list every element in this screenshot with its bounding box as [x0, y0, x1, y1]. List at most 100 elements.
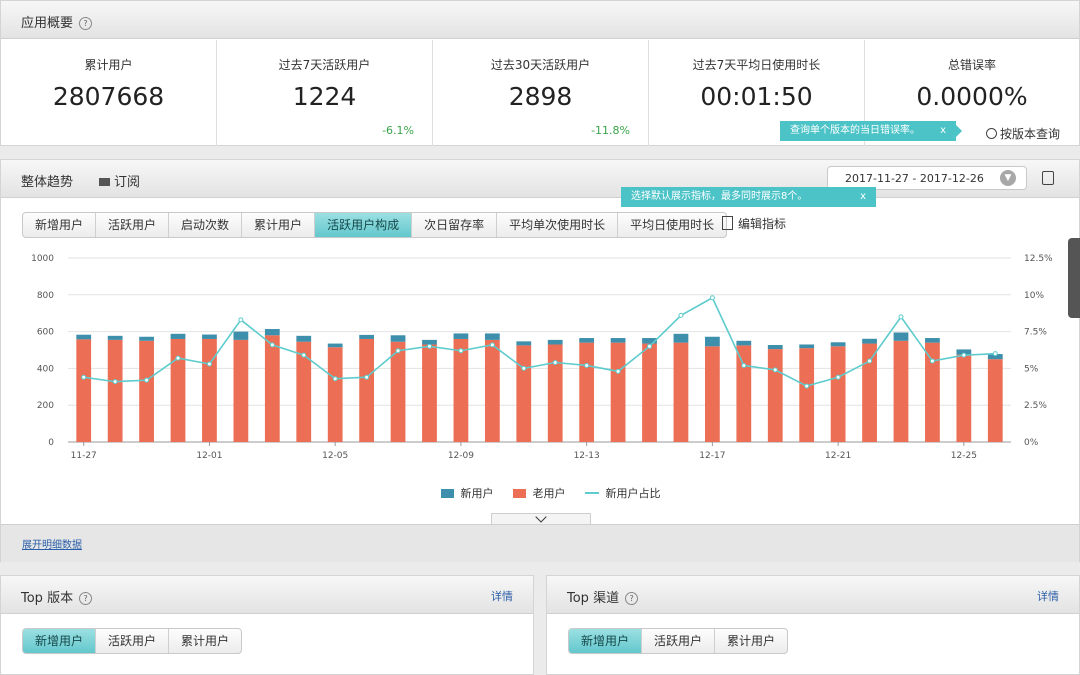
collapse-toggle[interactable] — [491, 511, 591, 524]
y-tick-label: 400 — [37, 364, 54, 374]
stat-value: 1224 — [292, 82, 357, 111]
tab-active-users[interactable]: 活跃用户 — [96, 629, 170, 653]
stat-7day-active: 过去7天活跃用户 1224 -6.1% — [217, 40, 433, 146]
subscribe-button[interactable]: 订阅 — [99, 171, 140, 190]
bar-new-users — [390, 335, 406, 342]
point-new-user-ratio — [364, 374, 370, 380]
bar-old-users — [422, 344, 437, 442]
help-icon[interactable]: ? — [79, 17, 93, 30]
stat-label: 累计用户 — [84, 58, 133, 72]
bar-old-users — [925, 342, 940, 442]
tab-total-users[interactable]: 累计用户 — [715, 629, 787, 653]
point-new-user-ratio — [709, 295, 715, 301]
version-query-link[interactable]: 按版本查询 — [986, 125, 1060, 142]
metric-tabs: 新增用户 活跃用户 启动次数 累计用户 活跃用户构成 次日留存率 平均单次使用时长 平均日使用… — [22, 212, 728, 238]
top-version-tabs: 新增用户 活跃用户 累计用户 — [22, 628, 243, 654]
tooltip-close-button[interactable]: x — [860, 187, 866, 207]
bar-old-users — [139, 340, 154, 442]
tab-metric[interactable]: 平均日使用时长 — [618, 213, 726, 237]
point-new-user-ratio — [458, 348, 464, 354]
trend-header: 整体趋势 订阅 2017-11-27 - 2017-12-26 ▼ — [1, 160, 1079, 198]
bar-old-users — [987, 359, 1003, 442]
tab-metric[interactable]: 新增用户 — [23, 213, 97, 237]
tab-metric[interactable]: 活跃用户构成 — [315, 213, 413, 237]
tab-metric[interactable]: 累计用户 — [242, 213, 316, 237]
y2-tick-label: 2.5% — [1024, 401, 1047, 411]
y-tick-label: 200 — [37, 401, 54, 411]
tooltip-close-button[interactable]: x — [940, 121, 946, 141]
point-new-user-ratio — [804, 383, 810, 389]
bar-new-users — [359, 334, 375, 339]
point-new-user-ratio — [175, 355, 181, 361]
bar-new-users — [610, 338, 626, 343]
bar-old-users — [642, 343, 657, 442]
subscribe-label: 订阅 — [114, 175, 141, 190]
bar-old-users — [453, 338, 469, 442]
tab-metric[interactable]: 活跃用户 — [96, 213, 170, 237]
bar-new-users — [170, 333, 186, 339]
x-tick-label: 12-17 — [699, 451, 725, 461]
expand-detail-link[interactable]: 展开明细数据 — [22, 536, 82, 551]
edit-metrics-button[interactable]: 编辑指标 — [722, 215, 786, 232]
mail-icon — [99, 178, 110, 186]
tab-metric[interactable]: 启动次数 — [169, 213, 243, 237]
bar-old-users — [579, 342, 595, 442]
point-new-user-ratio — [898, 314, 904, 320]
bar-old-users — [830, 346, 846, 442]
point-new-user-ratio — [144, 377, 150, 383]
bar-new-users — [767, 345, 783, 350]
tab-new-users[interactable]: 新增用户 — [569, 629, 643, 653]
point-new-user-ratio — [992, 351, 998, 357]
point-new-user-ratio — [678, 312, 684, 318]
bar-old-users — [862, 343, 877, 442]
clock-icon — [986, 128, 997, 139]
bar-old-users — [390, 341, 406, 442]
bar-old-users — [327, 347, 343, 442]
top-channel-detail-link[interactable]: 详情 — [1037, 588, 1059, 604]
stat-label: 过去7天平均日使用时长 — [692, 58, 821, 72]
bar-old-users — [956, 354, 972, 442]
point-new-user-ratio — [426, 343, 432, 349]
document-icon — [722, 216, 733, 230]
y2-tick-label: 7.5% — [1024, 328, 1047, 338]
export-icon[interactable] — [1042, 171, 1054, 185]
x-tick-label: 11-27 — [71, 451, 97, 461]
bar-old-users — [704, 346, 720, 442]
top-version-detail-link[interactable]: 详情 — [491, 588, 513, 604]
bar-new-users — [453, 333, 469, 339]
detail-bar: 展开明细数据 — [1, 524, 1079, 562]
side-float-handle[interactable] — [1068, 238, 1080, 318]
x-tick-label: 12-01 — [196, 451, 222, 461]
tab-total-users[interactable]: 累计用户 — [169, 629, 241, 653]
tab-new-users[interactable]: 新增用户 — [23, 629, 97, 653]
help-icon[interactable]: ? — [625, 592, 639, 605]
bar-new-users — [893, 332, 909, 341]
bar-new-users — [704, 336, 720, 347]
stat-value: 0.0000% — [916, 82, 1028, 111]
top-channel-tabs: 新增用户 活跃用户 累计用户 — [568, 628, 789, 654]
bar-old-users — [799, 348, 815, 442]
stat-30day-active: 过去30天活跃用户 2898 -11.8% — [433, 40, 649, 146]
overview-title: 应用概要? — [21, 12, 93, 31]
bar-new-users — [673, 333, 689, 343]
stat-label: 过去7天活跃用户 — [278, 58, 371, 72]
edit-metrics-label: 编辑指标 — [738, 217, 787, 231]
bar-old-users — [516, 345, 532, 442]
y2-tick-label: 0% — [1024, 438, 1039, 448]
top-channel-header: Top 渠道? 详情 — [547, 576, 1079, 614]
top-channel-panel: Top 渠道? 详情 新增用户 活跃用户 累计用户 — [546, 575, 1080, 675]
version-query-label: 按版本查询 — [1000, 127, 1061, 141]
tab-metric[interactable]: 平均单次使用时长 — [497, 213, 619, 237]
point-new-user-ratio — [867, 358, 873, 364]
tab-active-users[interactable]: 活跃用户 — [642, 629, 716, 653]
line-new-user-ratio — [83, 296, 996, 387]
point-new-user-ratio — [489, 342, 495, 348]
x-tick-label: 12-13 — [574, 451, 600, 461]
y-tick-label: 600 — [37, 328, 54, 338]
bar-new-users — [579, 338, 595, 343]
help-icon[interactable]: ? — [79, 592, 93, 605]
point-new-user-ratio — [332, 376, 338, 382]
tab-metric[interactable]: 次日留存率 — [412, 213, 498, 237]
tooltip-text: 选择默认展示指标，最多同时展示8个。 — [631, 191, 808, 202]
bar-old-users — [610, 342, 626, 442]
